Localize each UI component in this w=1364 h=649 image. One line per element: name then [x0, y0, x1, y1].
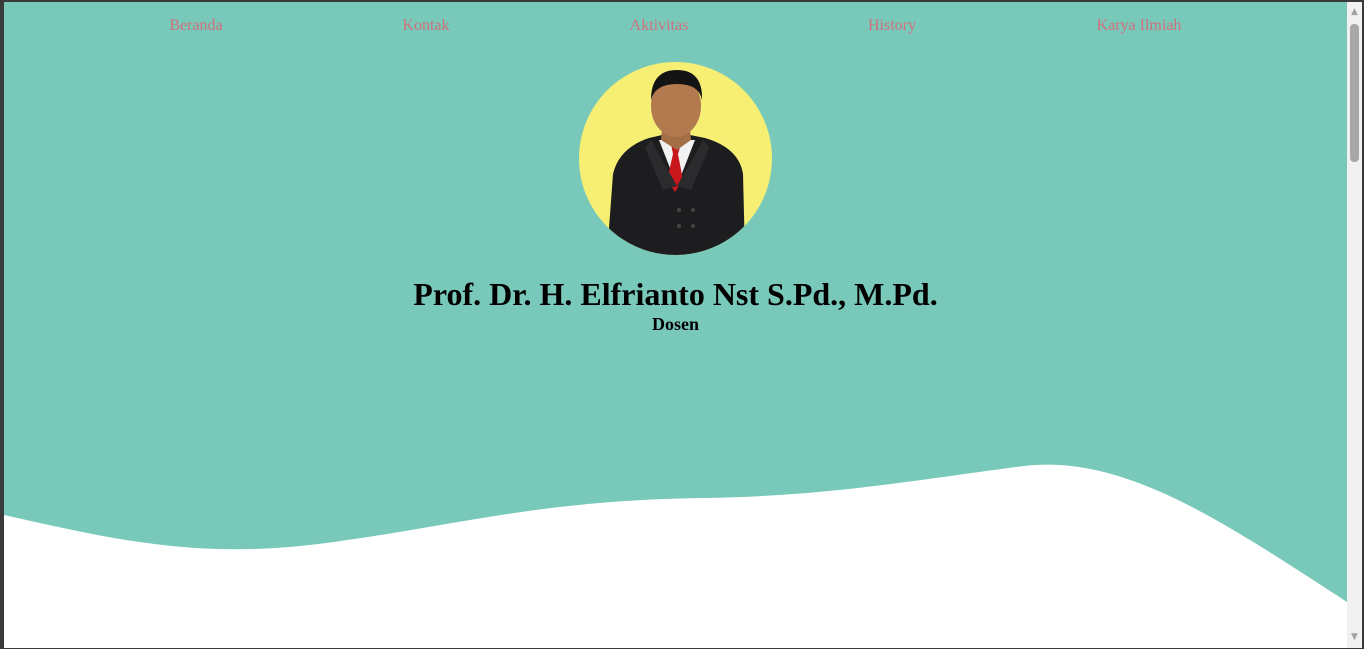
- nav-link-history[interactable]: History: [868, 17, 916, 35]
- scroll-thumb[interactable]: [1350, 24, 1359, 162]
- vertical-scrollbar[interactable]: ▲ ▼: [1347, 2, 1362, 648]
- nav-link-beranda[interactable]: Beranda: [169, 17, 222, 35]
- profile-name: Prof. Dr. H. Elfrianto Nst S.Pd., M.Pd.: [413, 276, 938, 312]
- top-nav: Beranda Kontak Aktivitas History Karya I…: [4, 2, 1347, 50]
- scroll-down-arrow-icon[interactable]: ▼: [1347, 630, 1362, 645]
- scroll-up-arrow-icon[interactable]: ▲: [1347, 5, 1362, 20]
- nav-link-aktivitas[interactable]: Aktivitas: [630, 17, 689, 35]
- nav-link-karya-ilmiah[interactable]: Karya Ilmiah: [1097, 17, 1182, 35]
- page-window: Beranda Kontak Aktivitas History Karya I…: [4, 2, 1347, 648]
- profile-photo: [579, 62, 772, 255]
- nav-link-kontak[interactable]: Kontak: [402, 17, 449, 35]
- decorative-wave: [4, 464, 1347, 648]
- person-portrait-icon: [607, 70, 745, 255]
- profile-role: Dosen: [651, 314, 699, 334]
